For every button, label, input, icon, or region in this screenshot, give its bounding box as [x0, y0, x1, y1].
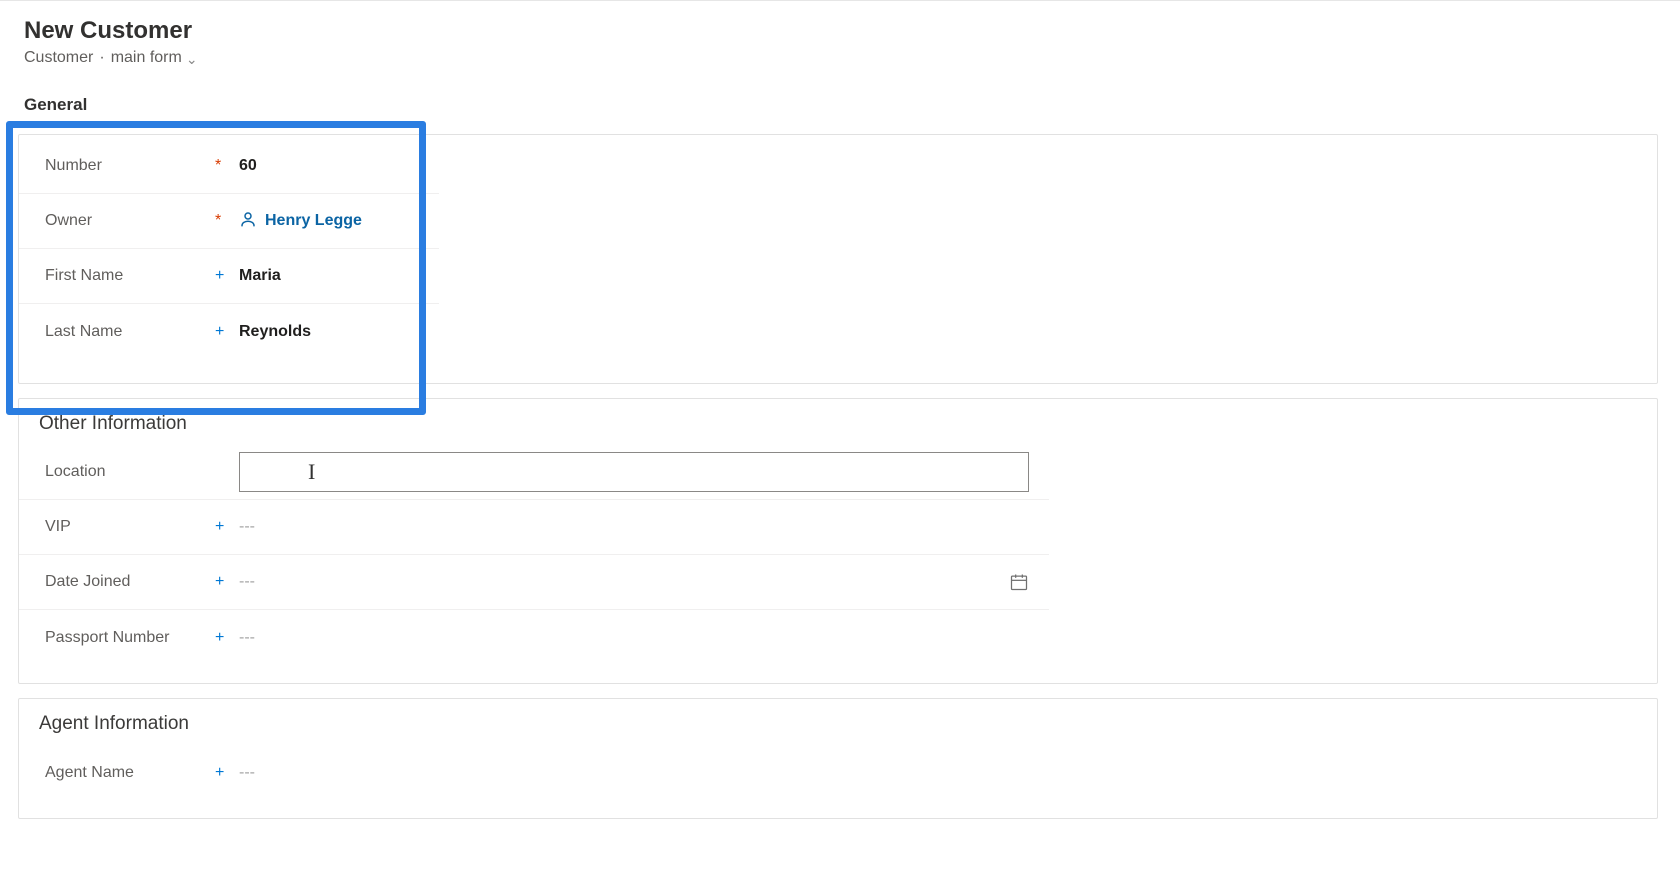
recommended-marker-icon: +: [215, 630, 239, 646]
field-row-passport[interactable]: Passport Number + ---: [19, 610, 1049, 665]
field-row-vip[interactable]: VIP + ---: [19, 500, 1049, 555]
page-title: New Customer: [24, 17, 1656, 45]
field-row-owner[interactable]: Owner * Henry Legge: [19, 194, 439, 249]
recommended-marker-icon: +: [215, 324, 239, 340]
recommended-marker-icon: +: [215, 268, 239, 284]
field-label-passport: Passport Number: [45, 629, 215, 647]
field-row-first-name[interactable]: First Name + Maria: [19, 249, 439, 304]
field-row-date-joined[interactable]: Date Joined + ---: [19, 555, 1049, 610]
calendar-icon[interactable]: [1009, 572, 1029, 592]
other-information-card: Other Information Location + I VIP + ---…: [18, 398, 1658, 684]
general-section-card: Number * 60 Owner * Henry Le: [18, 134, 1658, 384]
field-row-number[interactable]: Number * 60: [19, 139, 439, 194]
lookup-owner[interactable]: Henry Legge: [239, 210, 362, 233]
page-root: New Customer Customer · main form ⌄ Gene…: [0, 0, 1680, 819]
form-header: New Customer Customer · main form ⌄: [0, 1, 1680, 75]
field-label-first-name: First Name: [45, 267, 215, 285]
section-title-other: Other Information: [19, 399, 1657, 445]
required-marker-icon: *: [215, 213, 239, 229]
field-label-agent-name: Agent Name: [45, 764, 215, 782]
agent-information-card: Agent Information Agent Name + ---: [18, 698, 1658, 819]
person-icon: [239, 210, 257, 233]
subtitle-separator: ·: [99, 49, 104, 67]
field-label-vip: VIP: [45, 518, 215, 536]
location-input[interactable]: I: [239, 452, 1029, 492]
field-label-owner: Owner: [45, 212, 215, 230]
section-title-agent: Agent Information: [19, 699, 1657, 745]
field-row-agent-name[interactable]: Agent Name + ---: [19, 745, 1049, 800]
entity-label: Customer: [24, 49, 93, 67]
chevron-down-icon: ⌄: [186, 51, 198, 68]
field-value-vip[interactable]: ---: [239, 518, 255, 536]
field-value-date-joined[interactable]: ---: [239, 573, 255, 591]
general-card-inner: Number * 60 Owner * Henry Le: [19, 135, 1657, 383]
recommended-marker-icon: +: [215, 765, 239, 781]
form-name: main form: [111, 49, 182, 67]
field-value-last-name[interactable]: Reynolds: [239, 323, 311, 341]
field-row-last-name[interactable]: Last Name + Reynolds: [19, 304, 439, 359]
field-value-passport[interactable]: ---: [239, 629, 255, 647]
field-label-location: Location: [45, 463, 215, 481]
text-cursor-icon: I: [308, 459, 315, 485]
field-label-date-joined: Date Joined: [45, 573, 215, 591]
field-row-location[interactable]: Location + I: [19, 445, 1049, 500]
recommended-marker-icon: +: [215, 519, 239, 535]
field-label-number: Number: [45, 157, 215, 175]
form-tabs: General: [0, 75, 1680, 124]
section-wrap: Number * 60 Owner * Henry Le: [0, 134, 1680, 819]
form-selector[interactable]: main form ⌄: [111, 49, 198, 67]
recommended-marker-icon: +: [215, 574, 239, 590]
field-value-number[interactable]: 60: [239, 157, 257, 175]
lookup-owner-name: Henry Legge: [265, 212, 362, 230]
field-value-first-name[interactable]: Maria: [239, 267, 281, 285]
required-marker-icon: *: [215, 158, 239, 174]
field-value-agent-name[interactable]: ---: [239, 764, 255, 782]
tab-general[interactable]: General: [24, 95, 87, 124]
form-subtitle: Customer · main form ⌄: [24, 49, 1656, 67]
field-label-last-name: Last Name: [45, 323, 215, 341]
